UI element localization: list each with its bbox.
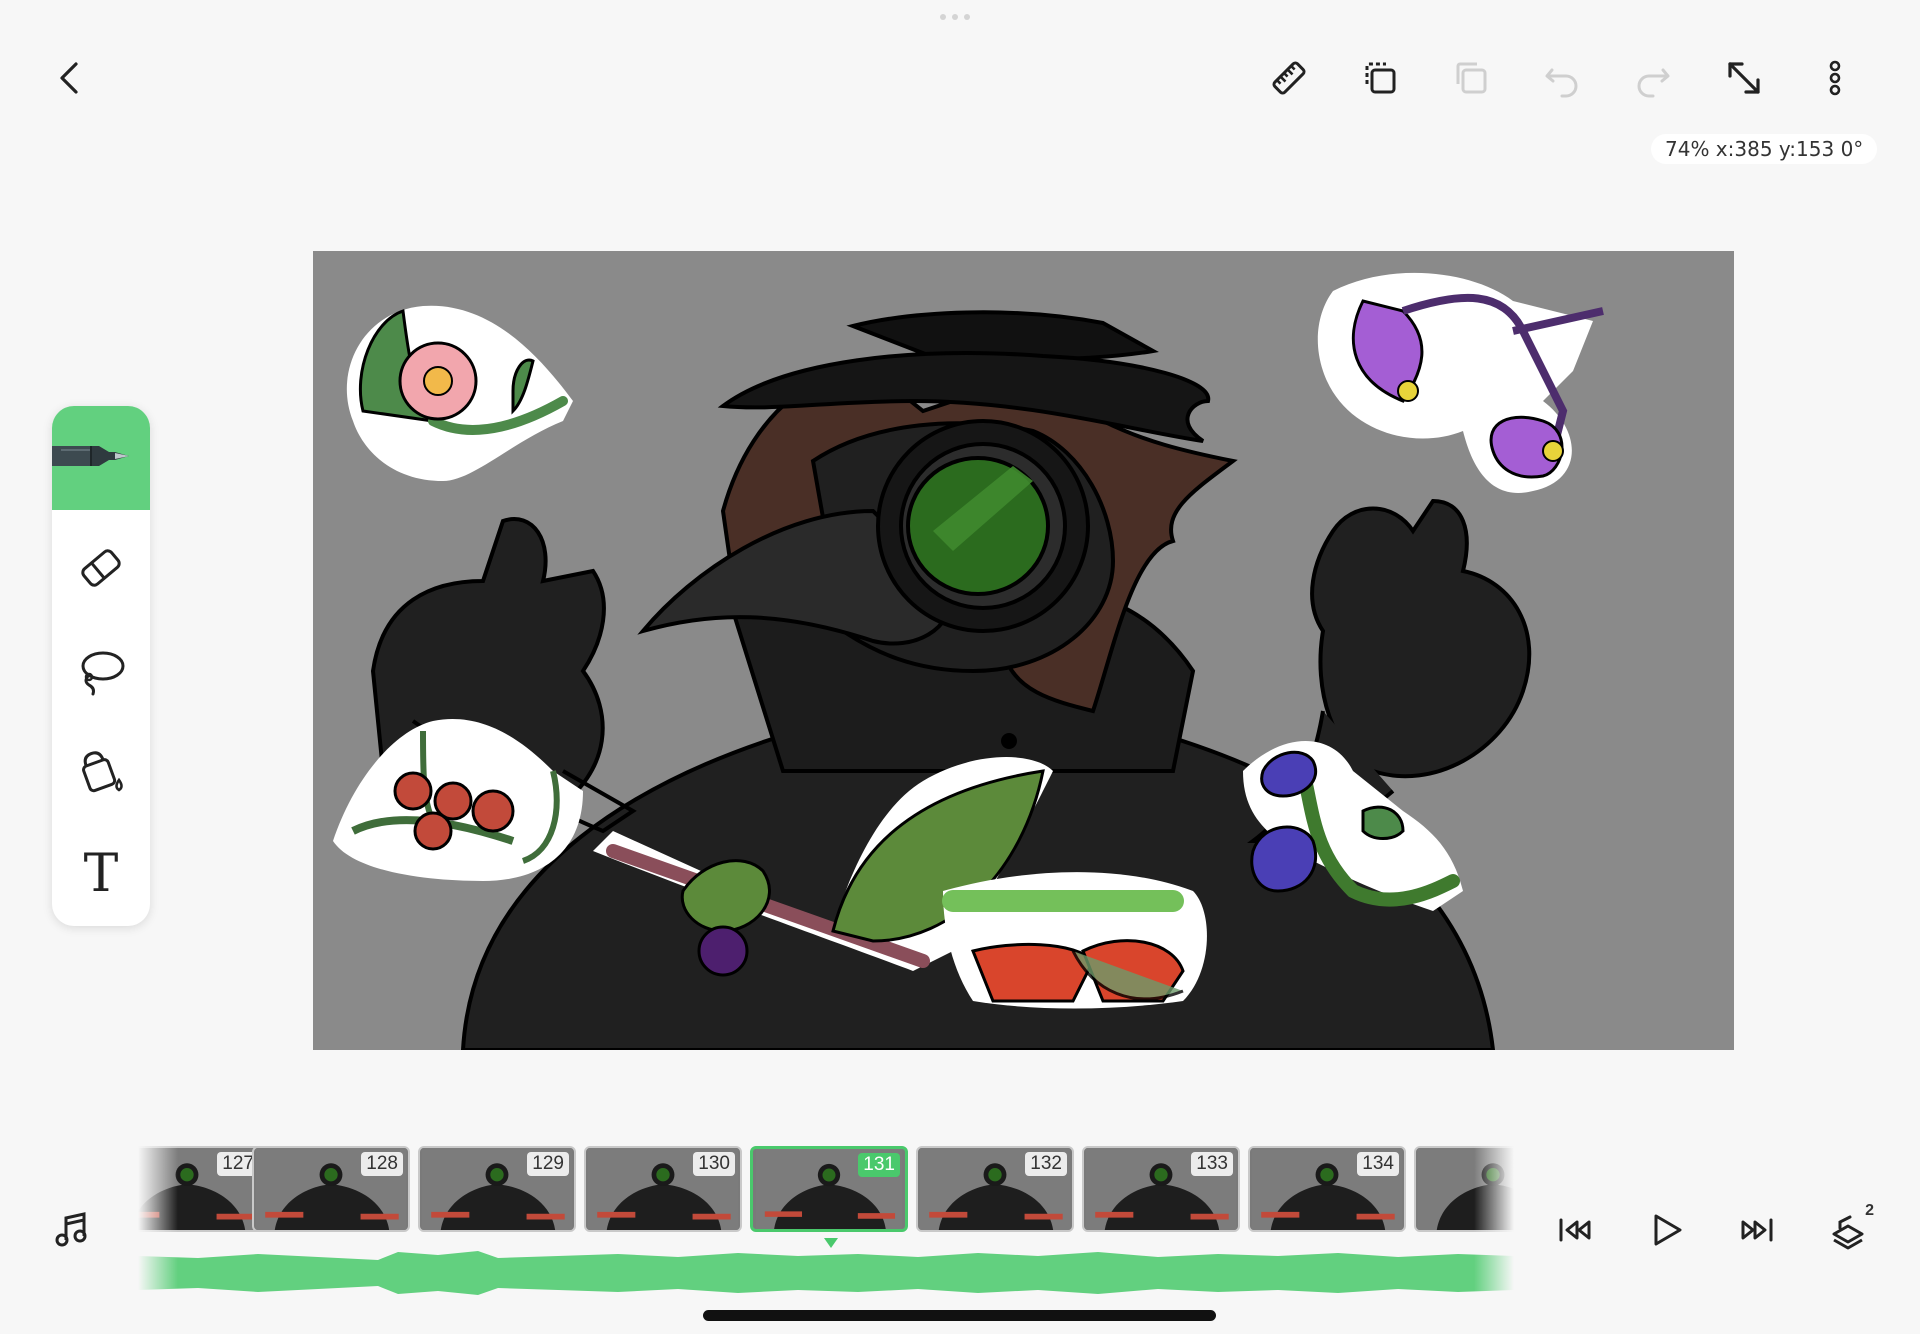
copy-icon — [1443, 50, 1499, 106]
pen-tool[interactable] — [52, 406, 150, 510]
frame-number: 129 — [527, 1152, 569, 1176]
layers-count: 2 — [1865, 1202, 1874, 1219]
timeline-frame[interactable]: 129 — [418, 1146, 576, 1232]
duplicate-icon[interactable] — [1352, 50, 1408, 106]
lasso-tool[interactable] — [52, 620, 150, 720]
frame-number: 133 — [1191, 1152, 1233, 1176]
canvas-status-readout: 74% x:385 y:153 0° — [1651, 134, 1878, 164]
timeline-frame-current[interactable]: 131 — [750, 1146, 908, 1232]
frame-number: 134 — [1357, 1152, 1399, 1176]
undo-icon — [1534, 50, 1590, 106]
more-icon[interactable] — [1807, 50, 1863, 106]
audio-waveform[interactable] — [138, 1248, 1514, 1298]
text-tool-glyph: T — [83, 844, 119, 904]
timeline-frame[interactable]: 134 — [1248, 1146, 1406, 1232]
text-tool[interactable]: T — [52, 824, 150, 924]
home-indicator[interactable] — [703, 1310, 1216, 1321]
timeline-frame[interactable]: 133 — [1082, 1146, 1240, 1232]
frame-number: 128 — [361, 1152, 403, 1176]
layers-icon[interactable]: 2 — [1820, 1202, 1876, 1258]
back-icon[interactable] — [42, 50, 98, 106]
eraser-tool[interactable] — [52, 518, 150, 618]
frame-timeline[interactable]: 127 128 129 130 131 132 133 134 — [138, 1142, 1514, 1237]
timeline-frame[interactable]: 128 — [252, 1146, 410, 1232]
play-icon[interactable] — [1638, 1202, 1694, 1258]
frame-number: 131 — [858, 1153, 900, 1177]
tool-panel: T — [52, 406, 150, 926]
ruler-icon[interactable] — [1261, 50, 1317, 106]
timeline-fade-right — [1474, 1142, 1514, 1302]
redo-icon — [1625, 50, 1681, 106]
frame-number: 132 — [1025, 1152, 1067, 1176]
music-icon[interactable] — [44, 1202, 100, 1258]
fill-tool[interactable] — [52, 722, 150, 822]
timeline-frame[interactable]: 132 — [916, 1146, 1074, 1232]
canvas-artwork — [333, 272, 1604, 1050]
playhead-marker[interactable] — [824, 1238, 838, 1248]
multitask-handle[interactable] — [940, 14, 980, 24]
timeline-frame[interactable]: 130 — [584, 1146, 742, 1232]
resize-icon[interactable] — [1716, 50, 1772, 106]
drawing-canvas[interactable] — [313, 251, 1734, 1050]
skip-to-start-icon[interactable] — [1547, 1202, 1603, 1258]
frame-number: 130 — [693, 1152, 735, 1176]
timeline-fade-left — [138, 1142, 178, 1302]
skip-to-end-icon[interactable] — [1729, 1202, 1785, 1258]
